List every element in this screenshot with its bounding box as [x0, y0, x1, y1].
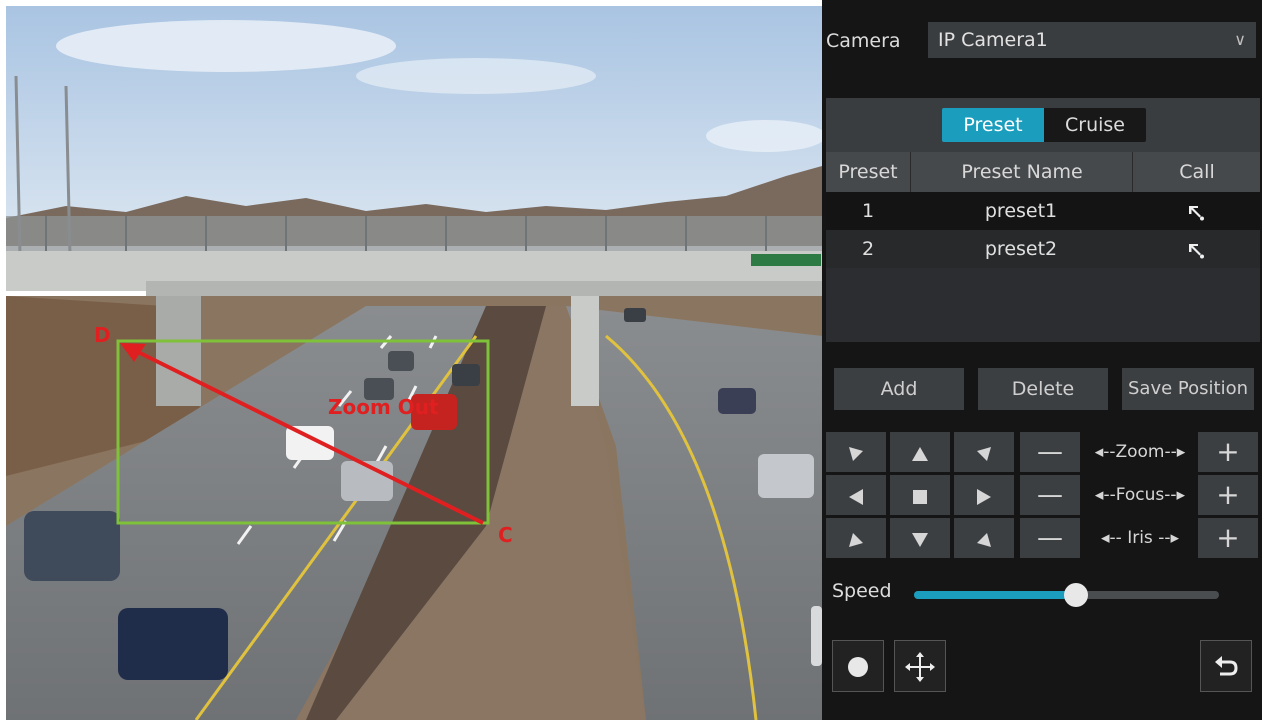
- tab-preset[interactable]: Preset: [942, 108, 1044, 142]
- preset-table: 1 preset1 2 preset2: [826, 192, 1260, 342]
- speed-slider-fill: [914, 591, 1076, 599]
- corner-label-start: D: [94, 323, 111, 347]
- pan-up-left-button[interactable]: [826, 432, 886, 472]
- ptz-stop-button[interactable]: [890, 475, 950, 515]
- ptz-control-screen: D C Zoom Out Camera IP Camera1 ∨ Preset …: [0, 0, 1262, 720]
- speed-slider[interactable]: [914, 583, 1219, 607]
- save-position-button[interactable]: Save Position: [1122, 368, 1254, 410]
- iris-open-button[interactable]: +: [1198, 518, 1258, 558]
- camera-select-value: IP Camera1: [938, 29, 1048, 51]
- table-row[interactable]: 2 preset2: [826, 230, 1260, 268]
- move-button[interactable]: [894, 640, 946, 692]
- preset-id: 2: [861, 238, 875, 260]
- camera-label: Camera: [826, 30, 901, 52]
- preset-cruise-tabs: Preset Cruise: [826, 98, 1260, 152]
- speed-label: Speed: [832, 580, 892, 602]
- live-video-view[interactable]: D C Zoom Out: [6, 6, 822, 720]
- focus-label: ◂--Focus--▸: [1094, 485, 1186, 505]
- record-icon: [848, 656, 868, 677]
- ptz-control-panel: Camera IP Camera1 ∨ Preset Cruise Preset…: [822, 0, 1262, 720]
- pan-up-right-button[interactable]: [954, 432, 1014, 472]
- preset-name: preset2: [984, 238, 1058, 260]
- zoom-out-button[interactable]: —: [1020, 432, 1080, 472]
- camera-select[interactable]: IP Camera1 ∨: [928, 22, 1256, 58]
- table-row[interactable]: 1 preset1: [826, 192, 1260, 230]
- column-header-preset-name: Preset Name: [910, 152, 1133, 192]
- delete-preset-button[interactable]: Delete: [978, 368, 1108, 410]
- pan-down-left-button[interactable]: [826, 518, 886, 558]
- back-button[interactable]: [1200, 640, 1252, 692]
- pan-down-right-button[interactable]: [954, 518, 1014, 558]
- pan-right-button[interactable]: [954, 475, 1014, 515]
- column-header-call: Call: [1132, 152, 1261, 192]
- speed-slider-thumb[interactable]: [1063, 583, 1088, 607]
- highway-camera-image: D C Zoom Out: [6, 6, 822, 720]
- call-preset-icon[interactable]: [1132, 230, 1260, 268]
- column-header-preset: Preset: [838, 161, 898, 183]
- return-icon: [1215, 655, 1238, 675]
- pan-left-button[interactable]: [826, 475, 886, 515]
- iris-label: ◂-- Iris --▸: [1101, 528, 1179, 548]
- add-preset-button[interactable]: Add: [834, 368, 964, 410]
- tab-cruise[interactable]: Cruise: [1044, 108, 1146, 142]
- pan-down-button[interactable]: [890, 518, 950, 558]
- move-icon: [905, 651, 935, 682]
- call-preset-icon[interactable]: [1132, 192, 1260, 230]
- pan-up-button[interactable]: [890, 432, 950, 472]
- preset-id: 1: [861, 200, 875, 222]
- focus-near-button[interactable]: —: [1020, 475, 1080, 515]
- preset-table-header: Preset Preset Name Call: [826, 152, 1260, 192]
- preset-name: preset1: [984, 200, 1058, 222]
- chevron-down-icon: ∨: [1234, 30, 1246, 49]
- zoom-label: ◂--Zoom--▸: [1094, 442, 1186, 462]
- zoom-annotation-label: Zoom Out: [328, 395, 439, 419]
- corner-label-end: C: [498, 523, 513, 547]
- focus-far-button[interactable]: +: [1198, 475, 1258, 515]
- iris-close-button[interactable]: —: [1020, 518, 1080, 558]
- zoom-in-button[interactable]: +: [1198, 432, 1258, 472]
- record-button[interactable]: [832, 640, 884, 692]
